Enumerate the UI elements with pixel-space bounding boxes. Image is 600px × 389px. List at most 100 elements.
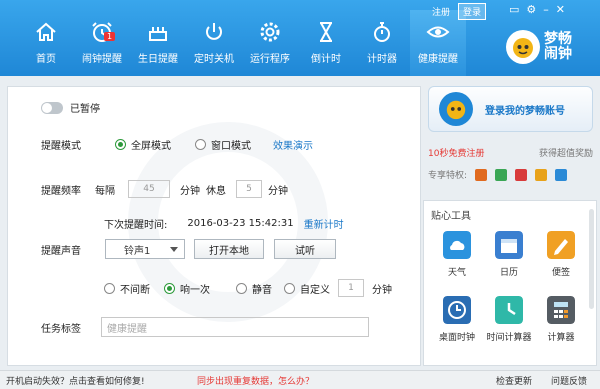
sound-select[interactable]: 铃声1 xyxy=(105,239,185,259)
every-label: 每隔 xyxy=(95,185,115,197)
privilege-gold-icon[interactable] xyxy=(535,168,548,181)
tools-title: 贴心工具 xyxy=(431,211,471,222)
demo-link[interactable]: 效果演示 xyxy=(273,137,313,152)
task-label-input[interactable]: 健康提醒 xyxy=(101,317,369,337)
account-login-card[interactable]: 登录我的梦畅账号 xyxy=(428,86,593,132)
continuous-radio[interactable] xyxy=(104,282,115,294)
desk-clock-icon xyxy=(443,296,471,324)
nav-home-label: 首页 xyxy=(36,54,56,65)
free-register-link[interactable]: 10秒免费注册 xyxy=(428,146,484,159)
tool-calendar[interactable]: 日历 xyxy=(484,231,534,278)
nav-shutdown-label: 定时关机 xyxy=(194,54,234,65)
pause-toggle[interactable] xyxy=(41,101,63,114)
birthday-cake-icon xyxy=(149,27,167,41)
nav-alarm[interactable]: 1 闹钟提醒 xyxy=(74,10,130,76)
health-reminder-panel: 已暂停 提醒模式 全屏模式 窗口模式 效果演示 提醒频率 每隔 45 分钟 休息… xyxy=(7,86,421,366)
feedback-link[interactable]: 问题反馈 xyxy=(551,374,587,387)
rest-label: 休息 xyxy=(206,185,226,197)
main-nav: 首页 1 闹钟提醒 生日提醒 定时关机 运行程序 倒计时 计时器 健康提醒 xyxy=(18,10,466,76)
task-label-row: 任务标签 健康提醒 xyxy=(41,317,369,337)
mode-fullscreen-radio[interactable] xyxy=(115,139,126,150)
eye-icon xyxy=(426,26,450,38)
nav-timer[interactable]: 计时器 xyxy=(354,10,410,76)
hourglass-icon xyxy=(320,22,332,42)
next-time-row: 下次提醒时间: 2016-03-23 15:42:31 重新计时 xyxy=(104,216,344,231)
nav-health-label: 健康提醒 xyxy=(418,54,458,65)
header-bar: 首页 1 闹钟提醒 生日提醒 定时关机 运行程序 倒计时 计时器 健康提醒 注册… xyxy=(0,0,600,76)
custom-label: 自定义 xyxy=(300,284,330,296)
alarm-badge: 1 xyxy=(104,32,116,41)
pause-toggle-row: 已暂停 xyxy=(41,100,100,115)
reset-timer-link[interactable]: 重新计时 xyxy=(304,216,344,231)
open-local-button[interactable]: 打开本地 xyxy=(194,239,264,259)
register-link[interactable]: 注册 xyxy=(432,5,450,18)
calendar-icon xyxy=(495,231,523,259)
nav-birthday[interactable]: 生日提醒 xyxy=(130,10,186,76)
custom-radio[interactable] xyxy=(284,282,295,294)
privilege-leaf-icon[interactable] xyxy=(495,168,508,181)
task-label: 任务标签 xyxy=(41,323,81,335)
calculator-icon xyxy=(547,296,575,324)
sound-row: 提醒声音 铃声1 打开本地 试听 xyxy=(41,239,336,259)
play-mode-row: 不间断 响一次 静音 自定义 1 分钟 xyxy=(104,279,392,297)
close-icon[interactable]: ✕ xyxy=(556,3,565,16)
power-icon xyxy=(206,23,222,40)
mode-window-radio[interactable] xyxy=(195,139,206,150)
stopwatch-icon xyxy=(374,22,390,42)
tool-calculator[interactable]: 计算器 xyxy=(536,296,586,343)
nav-shutdown[interactable]: 定时关机 xyxy=(186,10,242,76)
status-bar: 开机启动失效？点击查看如何修复! 同步出现重复数据，怎么办？ 检查更新 问题反馈 xyxy=(0,370,600,389)
logo-clock-icon xyxy=(506,30,540,64)
time-calc-icon xyxy=(495,296,523,324)
logo-text: 梦畅闹钟 xyxy=(544,31,572,62)
custom-minutes-input[interactable]: 1 xyxy=(338,279,364,297)
check-update-link[interactable]: 检查更新 xyxy=(496,374,532,387)
login-button[interactable]: 登录 xyxy=(458,3,487,20)
mode-row: 提醒模式 全屏模式 窗口模式 效果演示 xyxy=(41,137,313,152)
nav-timer-label: 计时器 xyxy=(367,54,397,65)
nav-home[interactable]: 首页 xyxy=(18,10,74,76)
once-radio[interactable] xyxy=(164,282,175,294)
sync-duplicate-link[interactable]: 同步出现重复数据，怎么办？ xyxy=(197,374,314,387)
privilege-red-icon[interactable] xyxy=(515,168,528,181)
mode-fullscreen-label: 全屏模式 xyxy=(131,141,171,152)
nav-run-program-label: 运行程序 xyxy=(250,54,290,65)
mode-label: 提醒模式 xyxy=(41,141,81,152)
tool-time-calculator[interactable]: 时间计算器 xyxy=(484,296,534,343)
next-time-value: 2016-03-23 15:42:31 xyxy=(187,218,294,229)
tools-scrollbar[interactable] xyxy=(589,209,594,309)
weather-icon xyxy=(443,231,471,259)
account-logo-icon xyxy=(439,92,473,126)
sound-label: 提醒声音 xyxy=(41,245,81,257)
nav-countdown-label: 倒计时 xyxy=(311,54,341,65)
listen-button[interactable]: 试听 xyxy=(274,239,336,259)
top-links: 注册 登录 xyxy=(432,3,487,20)
frequency-row: 提醒频率 每隔 45 分钟 休息 5 分钟 xyxy=(41,180,288,198)
settings-gear-icon[interactable]: ⚙ xyxy=(526,3,536,16)
skin-icon[interactable]: ▭ xyxy=(509,3,519,16)
autostart-fix-link[interactable]: 开机启动失效？点击查看如何修复! xyxy=(6,374,145,387)
tool-weather[interactable]: 天气 xyxy=(432,231,482,278)
tool-time-calculator-label: 时间计算器 xyxy=(486,333,532,343)
interval-input[interactable]: 45 xyxy=(128,180,170,198)
custom-unit: 分钟 xyxy=(372,284,392,296)
privilege-gift-icon[interactable] xyxy=(475,168,488,181)
tool-weather-label: 天气 xyxy=(447,268,466,278)
nav-alarm-label: 闹钟提醒 xyxy=(82,54,122,65)
nav-countdown[interactable]: 倒计时 xyxy=(298,10,354,76)
tool-note[interactable]: 便签 xyxy=(536,231,586,278)
next-time-label: 下次提醒时间: xyxy=(104,220,168,231)
tool-calculator-label: 计算器 xyxy=(547,333,575,343)
rest-input[interactable]: 5 xyxy=(236,180,262,198)
mute-radio[interactable] xyxy=(236,282,247,294)
nav-run-program[interactable]: 运行程序 xyxy=(242,10,298,76)
mode-window-label: 窗口模式 xyxy=(211,141,251,152)
pause-label: 已暂停 xyxy=(70,104,100,115)
privilege-label: 专享特权: xyxy=(428,171,468,181)
interval-unit: 分钟 xyxy=(180,185,200,197)
minimize-icon[interactable]: – xyxy=(543,3,549,16)
home-icon xyxy=(36,22,56,41)
account-login-text: 登录我的梦畅账号 xyxy=(485,105,565,117)
tool-desk-clock[interactable]: 桌面时钟 xyxy=(432,296,482,343)
privilege-blue-icon[interactable] xyxy=(555,168,568,181)
